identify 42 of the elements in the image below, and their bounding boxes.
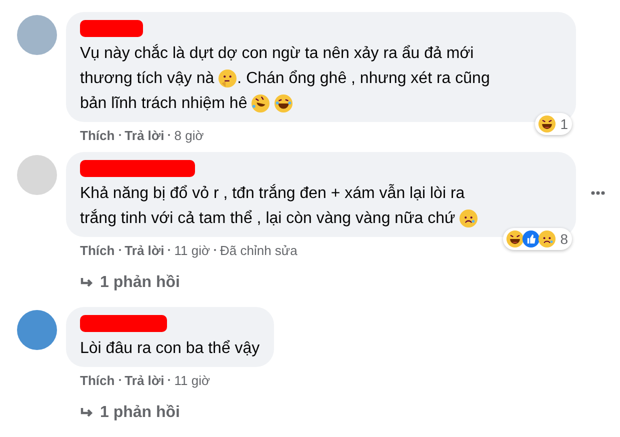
comment-meta: Đã chỉnh sửa xyxy=(220,242,298,258)
reaction-summary[interactable]: 1 xyxy=(535,113,572,135)
more-options-icon[interactable] xyxy=(590,190,606,196)
redaction-bar xyxy=(80,20,143,37)
separator-dot xyxy=(118,134,121,136)
comment-text: Lòi đâu ra con ba thể vậy xyxy=(80,340,260,358)
comment-text: trắng tinh với cả tam thể , lại còn vàng vàng nữa chứ xyxy=(80,210,456,228)
action-link[interactable]: Trả lời xyxy=(124,372,164,388)
separator-dot xyxy=(168,134,170,136)
separator-dot xyxy=(118,249,121,251)
separator-dot xyxy=(168,249,170,251)
avatar-placeholder[interactable] xyxy=(17,310,57,350)
action-link[interactable]: Thích xyxy=(80,242,115,258)
replies-link[interactable]: 1 phản hồi xyxy=(100,404,180,422)
reaction-icon xyxy=(522,230,540,248)
emoji-icon xyxy=(251,94,270,113)
replies-link[interactable]: 1 phản hồi xyxy=(100,274,180,292)
comment-text: Vụ này chắc là dựt dợ con ngừ ta nên xảy ra ẩu đả mới xyxy=(80,44,474,62)
comment-text: bản lĩnh trách nhiệm hê xyxy=(80,94,248,112)
comment-text: . Chán ổng ghê , nhưng xét ra cũng xyxy=(237,70,490,88)
comment-text: thương tích vậy nà xyxy=(80,70,214,88)
comment-meta: 11 giờ xyxy=(174,372,210,388)
comment-meta: 11 giờ xyxy=(174,242,210,258)
emoji-icon xyxy=(459,209,478,228)
reaction-summary[interactable]: 8 xyxy=(503,228,572,250)
reply-arrow-icon xyxy=(80,277,94,289)
comment-meta: 8 giờ xyxy=(174,128,204,142)
avatar-placeholder[interactable] xyxy=(17,15,57,55)
reaction-icon xyxy=(506,230,524,248)
separator-dot xyxy=(168,379,170,381)
separator-dot xyxy=(118,379,121,381)
separator-dot xyxy=(214,249,216,251)
reaction-icon xyxy=(538,115,556,133)
reaction-icon xyxy=(538,230,556,248)
emoji-icon xyxy=(274,94,294,113)
action-link[interactable]: Trả lời xyxy=(124,128,164,142)
reply-arrow-icon xyxy=(80,407,94,419)
action-link[interactable]: Thích xyxy=(80,128,115,142)
action-link[interactable]: Thích xyxy=(80,372,115,388)
comment-text: Khả năng bị đổ vỏ r , tđn trắng đen + xám vẫn lại lòi ra xyxy=(80,184,465,202)
emoji-icon xyxy=(218,69,238,88)
action-link[interactable]: Trả lời xyxy=(124,242,164,258)
